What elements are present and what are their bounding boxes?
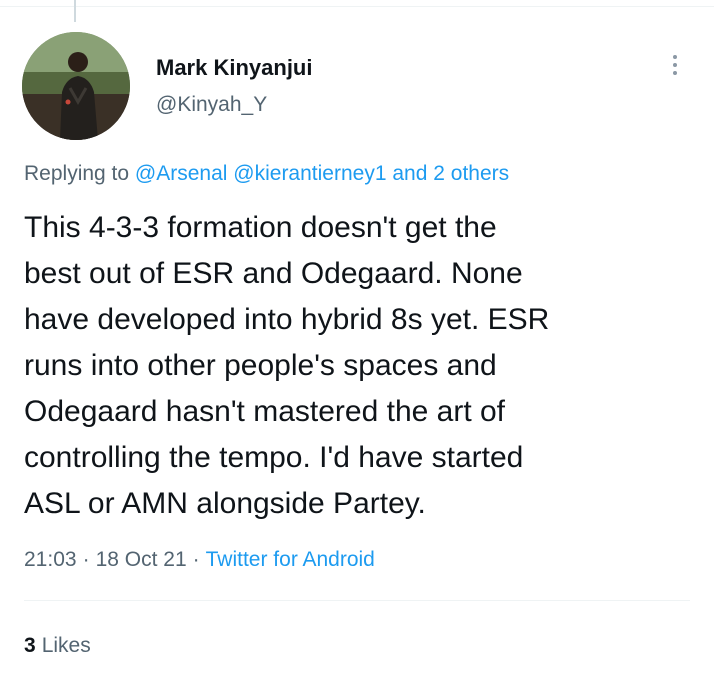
author-display-name[interactable]: Mark Kinyanjui <box>156 54 312 82</box>
likes-label: Likes <box>41 634 91 657</box>
tweet-text-line: Odegaard hasn't mastered the art of <box>24 395 506 428</box>
avatar[interactable] <box>22 32 130 140</box>
more-dot-icon <box>673 55 677 59</box>
meta-separator: · <box>82 548 90 571</box>
likes-stat[interactable]: 3 Likes <box>24 631 91 661</box>
tweet-text-line: This 4-3-3 formation doesn't get the <box>24 211 497 244</box>
likes-count: 3 <box>24 634 36 657</box>
replying-others-link[interactable]: 2 others <box>433 162 509 185</box>
tweet-text-line: best out of ESR and Odegaard. None <box>24 257 523 290</box>
replying-connector[interactable]: and <box>392 162 427 185</box>
more-dot-icon <box>673 71 677 75</box>
author-block[interactable]: Mark Kinyanjui @Kinyah_Y <box>156 54 312 120</box>
tweet-text-line: runs into other people's spaces and <box>24 349 497 382</box>
tweet-detail: Mark Kinyanjui @Kinyah_Y Replying to @Ar… <box>0 0 714 675</box>
mention-link-kierantierney[interactable]: @kierantierney1 <box>233 162 386 185</box>
mention-link-arsenal[interactable]: @Arsenal <box>135 162 228 185</box>
replying-to-line: Replying to @Arsenal @kierantierney1 and… <box>24 159 509 189</box>
user-avatar-icon <box>22 32 130 140</box>
more-dot-icon <box>673 63 677 67</box>
tweet-date[interactable]: 18 Oct 21 <box>96 548 187 571</box>
tweet-text: This 4-3-3 formation doesn't get the bes… <box>24 205 684 527</box>
thread-connector-line <box>74 0 76 22</box>
top-divider <box>0 0 714 7</box>
meta-separator: · <box>192 548 200 571</box>
tweet-text-line: controlling the tempo. I'd have started <box>24 441 524 474</box>
replying-prefix: Replying to <box>24 162 130 185</box>
author-handle[interactable]: @Kinyah_Y <box>156 90 312 120</box>
tweet-metadata: 21:03 · 18 Oct 21 · Twitter for Android <box>24 545 375 575</box>
more-options-button[interactable] <box>664 48 686 82</box>
tweet-source-link[interactable]: Twitter for Android <box>206 548 375 571</box>
tweet-text-line: ASL or AMN alongside Partey. <box>24 487 426 520</box>
stats-divider <box>24 600 690 601</box>
tweet-time[interactable]: 21:03 <box>24 548 77 571</box>
tweet-text-line: have developed into hybrid 8s yet. ESR <box>24 303 550 336</box>
